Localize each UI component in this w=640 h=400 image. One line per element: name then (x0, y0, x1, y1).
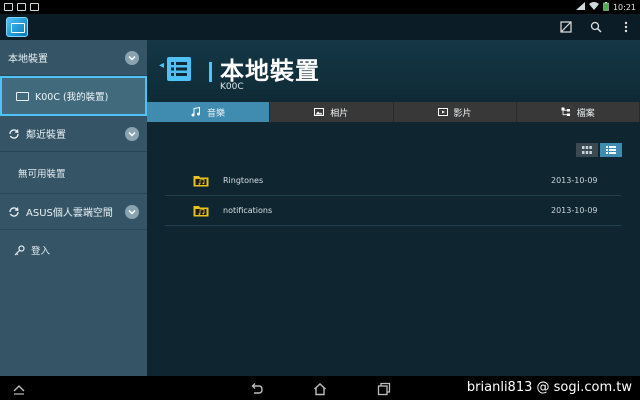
file-name: notifications (223, 206, 273, 215)
chevron-down-icon[interactable] (125, 204, 139, 219)
list-view-button[interactable] (600, 143, 622, 157)
notification-icon (30, 3, 39, 11)
tab-label: 音樂 (207, 108, 226, 119)
tab-music[interactable]: 音樂 (147, 102, 271, 122)
login-button[interactable]: 登入 (0, 230, 147, 270)
grid-view-button[interactable] (576, 143, 598, 157)
file-date: 2013-10-09 (551, 206, 598, 215)
music-folder-icon (193, 205, 209, 216)
sidebar-item-my-device[interactable]: K00C (我的裝置) (0, 76, 147, 116)
tab-videos[interactable]: 影片 (393, 102, 517, 122)
file-list: Ringtones 2013-10-09 notifications 2013-… (165, 166, 621, 226)
sidebar-section-nearby[interactable]: 鄰近裝置 (0, 116, 147, 152)
list-icon (606, 146, 616, 154)
photo-icon (314, 108, 325, 116)
overflow-menu-icon[interactable] (618, 19, 634, 35)
clock: 10:21 (612, 2, 636, 12)
tab-label: 相片 (330, 108, 349, 119)
login-label: 登入 (31, 246, 51, 257)
file-name: Ringtones (223, 176, 264, 185)
tab-label: 檔案 (576, 108, 595, 119)
music-note-icon (191, 107, 200, 117)
back-caret-icon[interactable]: ◂ (159, 60, 164, 71)
sync-icon (9, 206, 19, 217)
file-tree-icon (561, 107, 570, 116)
no-devices-text: 無可用裝置 (0, 152, 147, 194)
watermark-text: brianli813 @ sogi.com.tw (466, 380, 632, 395)
list-item[interactable]: notifications 2013-10-09 (165, 196, 621, 226)
sidebar-section-label: 鄰近裝置 (26, 130, 66, 141)
tab-bar: 音樂 相片 影片 檔案 (147, 102, 640, 122)
screenshot-icon[interactable] (558, 19, 574, 35)
recent-apps-icon[interactable] (377, 381, 391, 396)
sidebar-section-label: 本地裝置 (8, 54, 48, 65)
app-icon[interactable] (6, 17, 28, 37)
list-menu-icon[interactable] (167, 57, 191, 81)
page-subtitle: K00C (220, 82, 244, 92)
system-nav-bar: brianli813 @ sogi.com.tw (0, 376, 640, 400)
back-icon[interactable] (249, 381, 263, 395)
page-header: ◂ 本地裝置 K00C (147, 40, 640, 102)
battery-icon (603, 1, 609, 13)
sync-icon (9, 128, 19, 139)
sidebar-section-label: ASUS個人雲端空間 (26, 208, 113, 219)
sidebar: 本地裝置 K00C (我的裝置) 鄰近裝置 無可用裝置 ASUS個人雲端空間 登… (0, 40, 147, 376)
signal-icon (575, 2, 585, 12)
home-icon[interactable] (313, 381, 327, 396)
action-bar (0, 14, 640, 40)
wifi-icon (588, 2, 599, 12)
file-date: 2013-10-09 (551, 176, 598, 185)
sidebar-section-asus-cloud[interactable]: ASUS個人雲端空間 (0, 194, 147, 230)
sidebar-section-local[interactable]: 本地裝置 (0, 40, 147, 76)
status-bar: 10:21 (0, 0, 640, 14)
view-mode-switch (576, 143, 622, 157)
tab-label: 影片 (453, 108, 472, 119)
key-icon (14, 244, 25, 255)
page-title: 本地裝置 (220, 57, 320, 85)
notification-icon (4, 3, 13, 11)
chevron-down-icon[interactable] (125, 50, 139, 65)
grid-icon (582, 146, 592, 154)
video-icon (437, 108, 448, 116)
header-divider (209, 62, 212, 82)
tablet-icon (16, 91, 29, 101)
main-panel: ◂ 本地裝置 K00C 音樂 相片 影片 檔案 Ringtones 2013-1… (147, 40, 640, 376)
list-item[interactable]: Ringtones 2013-10-09 (165, 166, 621, 196)
search-icon[interactable] (588, 19, 604, 35)
chevron-up-icon[interactable] (12, 381, 26, 395)
sidebar-item-label: K00C (我的裝置) (35, 92, 109, 103)
notification-icon (17, 3, 26, 11)
music-folder-icon (193, 175, 209, 186)
tab-files[interactable]: 檔案 (516, 102, 640, 122)
chevron-down-icon[interactable] (125, 126, 139, 141)
tab-photos[interactable]: 相片 (270, 102, 394, 122)
